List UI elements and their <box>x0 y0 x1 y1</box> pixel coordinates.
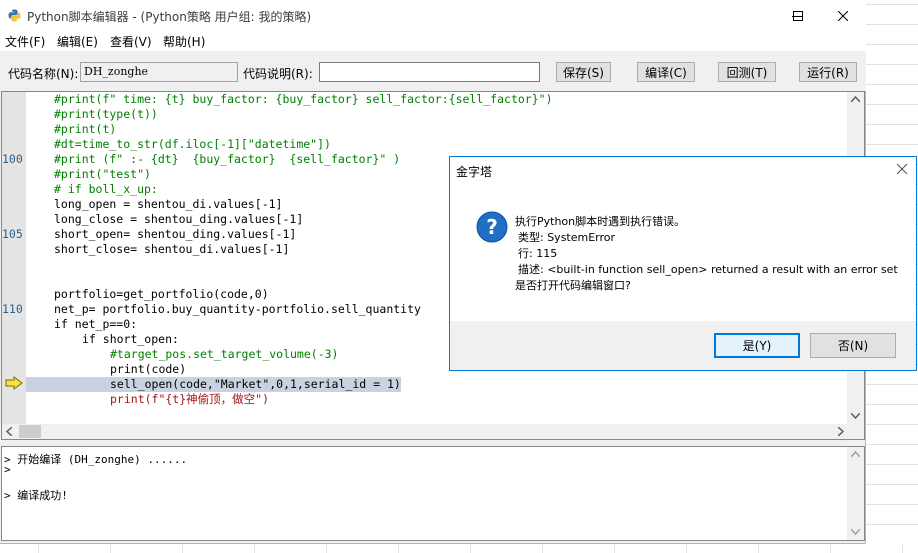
code-line[interactable]: #print(type(t)) <box>54 107 158 122</box>
dialog-message-line-1: 执行Python脚本时遇到执行错误。 <box>515 215 686 228</box>
code-line[interactable]: #print(t) <box>54 122 116 137</box>
editor-horizontal-scrollbar[interactable] <box>2 424 848 439</box>
svg-text:?: ? <box>486 215 498 239</box>
code-line[interactable]: if short_open: <box>82 332 179 347</box>
scroll-down-icon[interactable] <box>851 529 860 535</box>
code-desc-field[interactable] <box>319 62 540 82</box>
dialog-message-type: 类型: SystemError <box>518 231 616 244</box>
line-number-gutter <box>2 92 26 424</box>
maximize-button[interactable] <box>775 0 821 31</box>
line-number: 100 <box>2 152 23 166</box>
background-spreadsheet-grid-bottom <box>0 544 918 553</box>
python-icon <box>8 9 21 22</box>
line-number: 105 <box>2 227 23 241</box>
code-line[interactable]: #print("test") <box>54 167 151 182</box>
dialog-message-question: 是否打开代码编辑窗口? <box>515 279 631 292</box>
dialog-message-desc: 描述: <built-in function sell_open> return… <box>518 263 898 276</box>
maximize-icon <box>793 10 803 21</box>
code-line[interactable]: # if boll_x_up: <box>54 182 158 197</box>
code-line[interactable]: long_open = shentou_di.values[-1] <box>54 197 282 212</box>
run-button[interactable]: 运行(R) <box>799 62 857 82</box>
error-dialog: 金字塔 ? 执行Python脚本时遇到执行错误。 类型: SystemError… <box>449 156 917 371</box>
yes-button[interactable]: 是(Y) <box>714 333 800 358</box>
output-line: > <box>4 463 11 476</box>
code-line[interactable]: #print(f" time: {t} buy_factor: {buy_fac… <box>54 92 553 107</box>
code-line[interactable]: short_open= shentou_ding.values[-1] <box>54 227 296 242</box>
horizontal-scroll-thumb[interactable] <box>19 425 41 438</box>
output-vertical-scrollbar[interactable] <box>847 447 864 540</box>
question-icon: ? <box>476 211 508 243</box>
code-line-current[interactable]: sell_open(code,"Market",0,1,serial_id = … <box>26 377 401 392</box>
code-line[interactable]: long_close = shentou_ding.values[-1] <box>54 212 303 227</box>
line-number: 110 <box>2 302 23 316</box>
dialog-title: 金字塔 <box>456 165 493 179</box>
menu-bar: 文件(F) 编辑(E) 查看(V) 帮助(H) <box>0 31 866 51</box>
no-button[interactable]: 否(N) <box>810 333 896 358</box>
compile-output-panel[interactable]: > 开始编译 (DH_zonghe) ...... > > 编译成功! <box>1 446 865 541</box>
code-line[interactable]: #print (f" :- {dt} {buy_factor} {sell_fa… <box>54 152 400 167</box>
dialog-message-line: 行: 115 <box>518 247 558 260</box>
code-line[interactable]: print(code) <box>110 362 186 377</box>
scroll-up-icon[interactable] <box>851 451 860 457</box>
output-line: > 开始编译 (DH_zonghe) ...... <box>4 453 188 466</box>
close-icon[interactable] <box>894 161 910 177</box>
save-button[interactable]: 保存(S) <box>556 62 611 82</box>
current-line-arrow-icon <box>5 376 23 390</box>
code-line[interactable]: net_p= portfolio.buy_quantity-portfolio.… <box>54 302 421 317</box>
code-line[interactable]: print(f"{t}神偷顶，做空") <box>110 392 269 407</box>
code-line[interactable]: portfolio=get_portfolio(code,0) <box>54 287 269 302</box>
compile-button[interactable]: 编译(C) <box>637 62 695 82</box>
menu-file[interactable]: 文件(F) <box>5 33 45 50</box>
code-name-label: 代码名称(N): <box>8 67 79 81</box>
menu-edit[interactable]: 编辑(E) <box>57 33 98 50</box>
output-line: > 编译成功! <box>4 489 68 502</box>
scrollbar-corner <box>847 424 864 439</box>
code-line[interactable]: short_close= shentou_di.values[-1] <box>54 242 289 257</box>
code-line[interactable]: #target_pos.set_target_volume(-3) <box>110 347 338 362</box>
code-line[interactable]: if net_p==0: <box>54 317 137 332</box>
close-button[interactable] <box>820 0 866 31</box>
scroll-left-icon[interactable] <box>6 427 12 436</box>
close-icon <box>838 10 848 21</box>
menu-help[interactable]: 帮助(H) <box>163 33 205 50</box>
scroll-down-icon[interactable] <box>851 413 860 419</box>
backtest-button[interactable]: 回测(T) <box>718 62 776 82</box>
scroll-right-icon[interactable] <box>838 427 844 436</box>
code-name-field[interactable]: DH_zonghe <box>80 62 238 82</box>
code-desc-label: 代码说明(R): <box>243 67 313 81</box>
menu-view[interactable]: 查看(V) <box>110 33 152 50</box>
window-title: Python脚本编辑器 - (Python策略 用户组: 我的策略) <box>27 10 312 24</box>
title-bar[interactable]: Python脚本编辑器 - (Python策略 用户组: 我的策略) <box>0 0 866 31</box>
code-line[interactable]: #dt=time_to_str(df.iloc[-1]["datetime"]) <box>54 137 331 152</box>
scroll-up-icon[interactable] <box>851 96 860 102</box>
